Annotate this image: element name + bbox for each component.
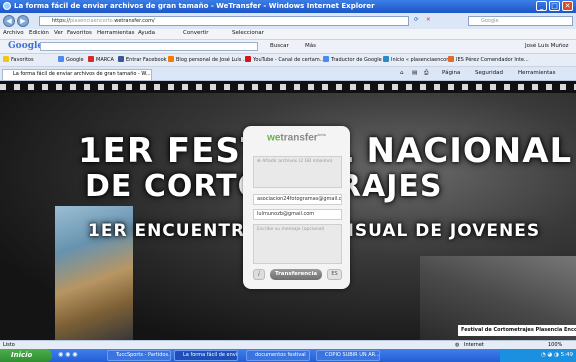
tab-wetransfer[interactable]: La forma fácil de enviar archivos de gra… [2, 69, 152, 80]
zone-text: Internet [464, 342, 484, 348]
fav-youtube[interactable]: YouTube - Canal de certam... [245, 56, 324, 63]
wetransfer-panel: wetransferbeta ⊕ Añadir archivos (2 GB m… [243, 126, 350, 289]
fav-facebook[interactable]: Entrar Facebook [118, 56, 167, 63]
refresh-icon[interactable]: ⟳ [414, 17, 419, 23]
quick-launch-icons[interactable]: ◉ ◉ ◉ [58, 351, 78, 358]
task-wetransfer[interactable]: La forma fácil de envi... [174, 350, 238, 361]
star-icon [3, 56, 9, 62]
page-content: 1ER FESTIVAL NACIONAL DE CORTOMETRAJES 1… [0, 81, 576, 340]
menu-edicion[interactable]: Edición [29, 30, 49, 36]
maximize-button[interactable]: □ [549, 1, 560, 11]
ie-icon [3, 2, 11, 10]
google-toolbar: Google Buscar Más José Luis Muñoz [0, 40, 576, 54]
menu-favoritos[interactable]: Favoritos [67, 30, 92, 36]
google-user[interactable]: José Luis Muñoz [525, 43, 569, 49]
wetransfer-logo: wetransferbeta [267, 132, 326, 144]
menu-ayuda[interactable]: Ayuda [138, 30, 155, 36]
language-button[interactable]: ES [327, 269, 342, 280]
info-button[interactable]: i [253, 269, 265, 280]
add-files-area[interactable]: ⊕ Añadir archivos (2 GB máximo) [253, 156, 342, 188]
zoom-level[interactable]: 100% [548, 342, 562, 348]
close-button[interactable]: ✕ [562, 1, 573, 11]
taskbar: Inicio ◉ ◉ ◉ TuccSports - Partidos... La… [0, 349, 576, 362]
page-menu[interactable]: Página [442, 70, 460, 76]
to-email-input[interactable]: asociacion24fotogramas@gmail.com [253, 194, 342, 205]
stop-icon[interactable]: ✕ [426, 17, 431, 23]
google-search-input[interactable] [40, 42, 258, 51]
minimize-button[interactable]: _ [536, 1, 547, 11]
google-search-button[interactable]: Buscar [270, 43, 289, 49]
task-copio[interactable]: COPIO SUBIR UN AR... [316, 350, 380, 361]
security-menu[interactable]: Seguridad [475, 70, 503, 76]
start-button[interactable]: Inicio [0, 349, 52, 362]
transfer-button[interactable]: Transferencia [270, 269, 322, 280]
forward-button[interactable]: ▶ [17, 15, 29, 27]
favorites-button[interactable]: Favoritos [3, 56, 34, 63]
message-textarea[interactable]: Escribe su mensaje (opcional) [253, 224, 342, 264]
fav-plasencia[interactable]: Inicio « plasenciaencorto [383, 56, 453, 63]
fav-google[interactable]: Google [58, 56, 84, 63]
film-strip-top [0, 81, 576, 93]
menu-bar: Archivo Edición Ver Favoritos Herramient… [0, 29, 576, 40]
address-input[interactable]: https://plasenciaencorto.wetransfer.com/ [39, 16, 409, 26]
print-icon[interactable]: ⎙ [424, 70, 428, 77]
url-host: wetransfer.com/ [114, 18, 155, 24]
menu-herramientas[interactable]: Herramientas [97, 30, 134, 36]
status-text: Listo [3, 342, 15, 348]
menu-ver[interactable]: Ver [54, 30, 63, 36]
url-gray: plasenciaencorto. [69, 18, 115, 24]
window-title-bar: La forma fácil de enviar archivos de gra… [0, 0, 576, 13]
google-logo: Google [8, 41, 44, 51]
feeds-icon[interactable]: ▤ [412, 70, 417, 76]
zone-globe-icon: ◍ [455, 342, 460, 348]
clock: 5:49 [560, 352, 573, 358]
menu-archivo[interactable]: Archivo [3, 30, 24, 36]
system-tray: ◔ ◕ ◑ 5:49 [500, 349, 576, 362]
window-title: La forma fácil de enviar archivos de gra… [14, 2, 375, 10]
tray-icons[interactable]: ◔ ◕ ◑ [541, 352, 561, 358]
task-tuccsports[interactable]: TuccSports - Partidos... [107, 350, 171, 361]
back-button[interactable]: ◀ [3, 15, 15, 27]
convert-button[interactable]: Convertir [183, 30, 209, 36]
fav-blog[interactable]: Blog personal de José Luis ... [168, 56, 248, 63]
favorites-bar: Favoritos Google MARCA Entrar Facebook B… [0, 54, 576, 67]
home-icon[interactable]: ⌂ [400, 70, 404, 76]
task-documentos[interactable]: documentos festival [246, 350, 310, 361]
fav-translate[interactable]: Traductor de Google [323, 56, 382, 63]
google-more-button[interactable]: Más [305, 43, 316, 49]
url-prefix: https:// [52, 18, 70, 24]
select-button[interactable]: Seleccionar [232, 30, 264, 36]
address-toolbar: ◀ ▶ https://plasenciaencorto.wetransfer.… [0, 13, 576, 29]
tools-menu[interactable]: Herramientas [518, 70, 555, 76]
fav-ies[interactable]: IES Pérez Comendador Inte... [448, 56, 529, 63]
from-email-input[interactable]: lulmunozb@gmail.com [253, 209, 342, 220]
search-input[interactable]: Google [468, 16, 573, 26]
caption-text: Festival de Cortometrajes Plasencia Enco… [458, 325, 576, 336]
fav-marca[interactable]: MARCA [88, 56, 114, 63]
tab-row: La forma fácil de enviar archivos de gra… [0, 67, 576, 81]
